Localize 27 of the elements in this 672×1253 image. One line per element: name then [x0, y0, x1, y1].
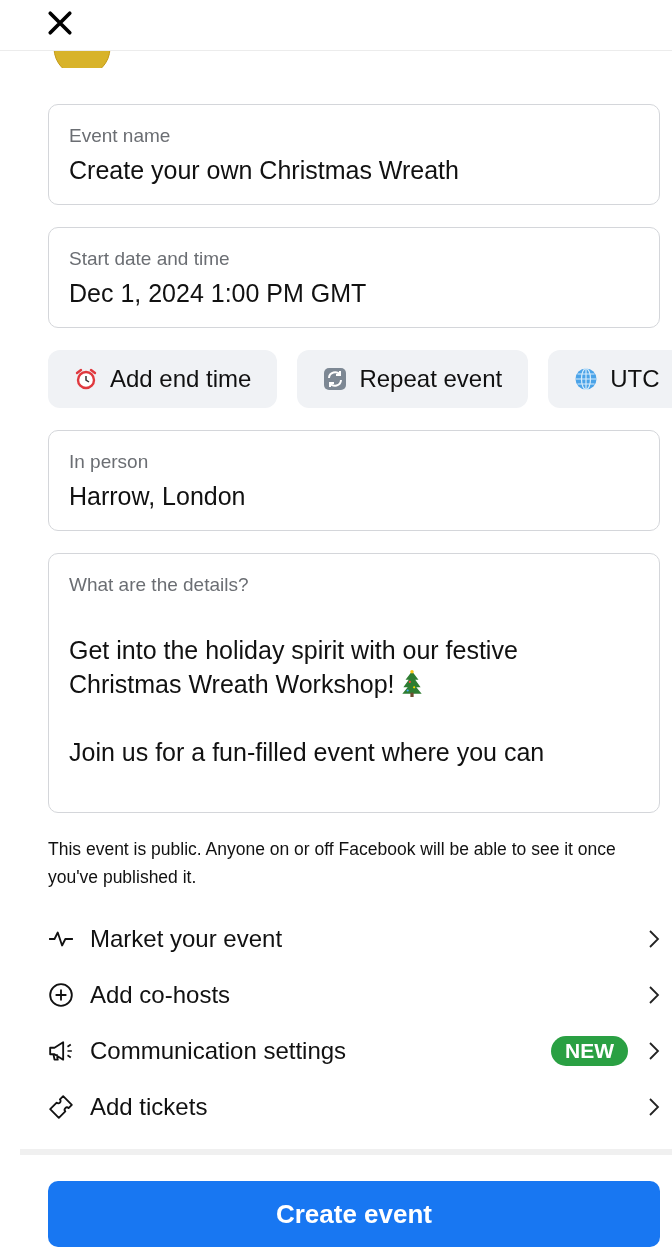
- host-avatar: [52, 51, 112, 68]
- chip-button[interactable]: Repeat event: [297, 350, 529, 408]
- new-badge: NEW: [551, 1036, 628, 1066]
- menu-item[interactable]: Communication settings NEW: [48, 1023, 660, 1079]
- create-event-button[interactable]: Create event: [48, 1181, 660, 1247]
- privacy-note: This event is public. Anyone on or off Facebook will be able to see it once you've published it.: [48, 838, 617, 889]
- chevron-right-icon: [648, 985, 660, 1005]
- menu-item[interactable]: Add tickets: [48, 1079, 660, 1135]
- location-field[interactable]: In person Harrow, London: [48, 430, 660, 531]
- globe-icon: [574, 367, 599, 391]
- alarm-clock-icon: [74, 367, 98, 391]
- repeat-icon: [323, 367, 348, 391]
- chip-button[interactable]: Add end time: [48, 350, 278, 408]
- christmas-tree-icon: [400, 669, 423, 697]
- chevron-right-icon: [648, 1097, 660, 1117]
- chevron-right-icon: [648, 1041, 660, 1061]
- menu-item[interactable]: Add co-hosts: [48, 967, 660, 1023]
- text-field[interactable]: Start date and time Dec 1, 2024 1:00 PM GMT: [48, 227, 660, 328]
- plus-circle-icon: [48, 982, 74, 1008]
- close-icon[interactable]: [47, 10, 73, 36]
- chevron-right-icon: [648, 929, 660, 949]
- ticket-icon: [48, 1094, 74, 1120]
- megaphone-icon: [48, 1038, 74, 1064]
- text-field[interactable]: Event name Create your own Christmas Wreath: [48, 104, 660, 205]
- details-field[interactable]: What are the details? Get into the holiday spirit with our festive Christmas Wreath Workshop! Join us for a fun-filled event where you can: [48, 553, 660, 813]
- menu-item[interactable]: Market your event: [48, 911, 660, 967]
- chip-button[interactable]: UTC: [548, 350, 672, 408]
